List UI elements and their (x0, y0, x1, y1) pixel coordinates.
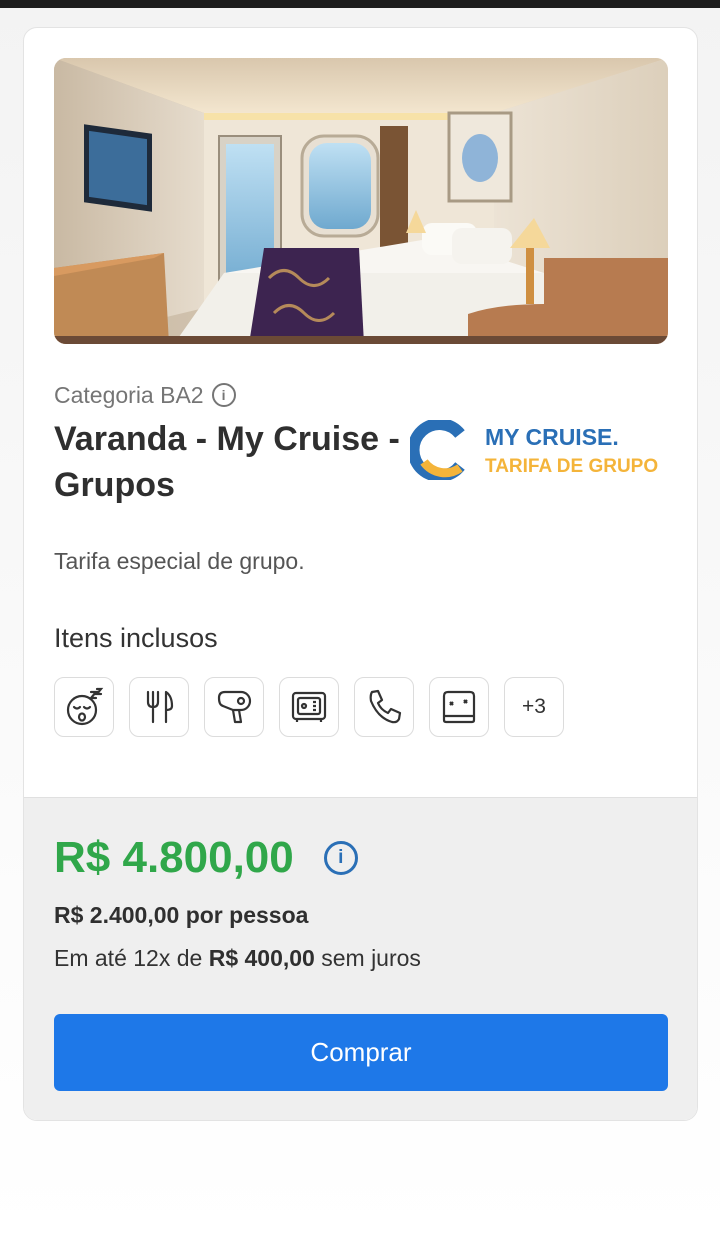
category-info-icon[interactable]: i (211, 383, 236, 407)
amenities-list: +3 (54, 677, 564, 737)
price-panel: R$ 4.800,00 i R$ 2.400,00 por pessoa Em … (24, 797, 697, 1120)
price-per-person: R$ 2.400,00 por pessoa (54, 902, 309, 928)
cabin-title: Varanda - My Cruise - Grupos (54, 420, 400, 504)
sleep-face-icon (66, 687, 104, 726)
included-items-heading: Itens inclusos (54, 623, 218, 653)
amenity-phone[interactable] (354, 677, 414, 737)
phone-icon (369, 689, 402, 724)
amenity-hair-dryer[interactable] (204, 677, 264, 737)
installments-prefix: Em até 12x de (54, 945, 203, 971)
hair-dryer-icon (217, 690, 252, 724)
cabin-card: Categoria BA2 i Varanda - My Cruise - Gr… (23, 27, 698, 1121)
amenity-safe[interactable] (279, 677, 339, 737)
total-price-row: R$ 4.800,00 i (54, 833, 358, 883)
amenity-bedding[interactable] (429, 677, 489, 737)
safe-icon (291, 691, 327, 722)
brand-name: MY CRUISE. (485, 424, 619, 450)
cabin-category: Categoria BA2 i (54, 380, 236, 410)
price-info-icon[interactable]: i (323, 841, 358, 875)
cabin-description: Tarifa especial de grupo. (54, 548, 305, 574)
installment-value: R$ 400,00 (208, 945, 315, 971)
installments-text: Em até 12x de R$ 400,00 sem juros (54, 945, 421, 972)
bed-sheet-icon (442, 690, 476, 724)
amenity-dining[interactable] (129, 677, 189, 737)
buy-button[interactable]: Comprar (54, 1014, 668, 1091)
amenities-more-label: +3 (522, 695, 546, 718)
amenities-more-button[interactable]: +3 (504, 677, 564, 737)
cutlery-icon (146, 690, 174, 724)
status-bar (0, 0, 720, 8)
brand-subtitle: TARIFA DE GRUPO (485, 456, 659, 477)
cabin-photo (54, 58, 668, 344)
category-label: Categoria BA2 (54, 381, 204, 408)
installments-suffix: sem juros (321, 945, 421, 971)
total-price: R$ 4.800,00 (54, 833, 294, 882)
my-cruise-logo-icon (410, 420, 465, 480)
brand-logo: MY CRUISE. TARIFA DE GRUPO (410, 416, 670, 486)
amenity-sleep[interactable] (54, 677, 114, 737)
